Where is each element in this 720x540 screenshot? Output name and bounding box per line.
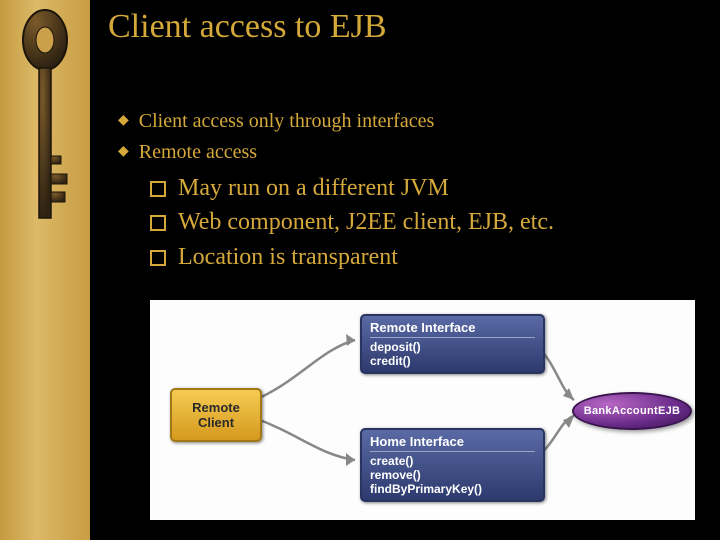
content-area: Client access to EJB ◆ Client access onl…	[90, 0, 720, 540]
sub-bullet-list: May run on a different JVM Web component…	[150, 172, 554, 275]
method-text: credit()	[370, 354, 535, 368]
method-text: deposit()	[370, 340, 535, 354]
diagram-remote-client-label: Remote Client	[180, 400, 252, 430]
diamond-icon: ◆	[118, 108, 129, 135]
method-text: create()	[370, 454, 535, 468]
sub-bullet-item: Location is transparent	[150, 241, 554, 273]
sub-bullet-text: Web component, J2EE client, EJB, etc.	[178, 206, 554, 238]
key-icon	[15, 6, 75, 246]
diagram-home-interface: Home Interface create() remove() findByP…	[360, 428, 545, 502]
square-icon	[150, 215, 166, 231]
sub-bullet-text: May run on a different JVM	[178, 172, 449, 204]
sub-bullet-item: May run on a different JVM	[150, 172, 554, 204]
slide: Client access to EJB ◆ Client access onl…	[0, 0, 720, 540]
diagram-ejb-label: BankAccountEJB	[584, 405, 681, 417]
diagram-remote-interface: Remote Interface deposit() credit()	[360, 314, 545, 374]
sub-bullet-item: Web component, J2EE client, EJB, etc.	[150, 206, 554, 238]
diagram-home-interface-methods: create() remove() findByPrimaryKey()	[370, 454, 535, 496]
bullet-list: ◆ Client access only through interfaces …	[118, 108, 434, 170]
ejb-diagram: Remote Client Remote Interface deposit()…	[150, 300, 695, 520]
bullet-text: Client access only through interfaces	[139, 108, 434, 135]
diagram-remote-interface-methods: deposit() credit()	[370, 340, 535, 368]
diagram-ejb-node: BankAccountEJB	[572, 392, 692, 430]
sidebar	[0, 0, 90, 540]
bullet-text: Remote access	[139, 139, 257, 166]
sub-bullet-text: Location is transparent	[178, 241, 398, 273]
method-text: remove()	[370, 468, 535, 482]
diamond-icon: ◆	[118, 139, 129, 166]
diagram-home-interface-header: Home Interface	[370, 434, 535, 452]
bullet-item: ◆ Remote access	[118, 139, 434, 166]
square-icon	[150, 250, 166, 266]
diagram-remote-interface-header: Remote Interface	[370, 320, 535, 338]
bullet-item: ◆ Client access only through interfaces	[118, 108, 434, 135]
slide-title: Client access to EJB	[108, 8, 387, 46]
square-icon	[150, 181, 166, 197]
method-text: findByPrimaryKey()	[370, 482, 535, 496]
diagram-remote-client: Remote Client	[170, 388, 262, 442]
